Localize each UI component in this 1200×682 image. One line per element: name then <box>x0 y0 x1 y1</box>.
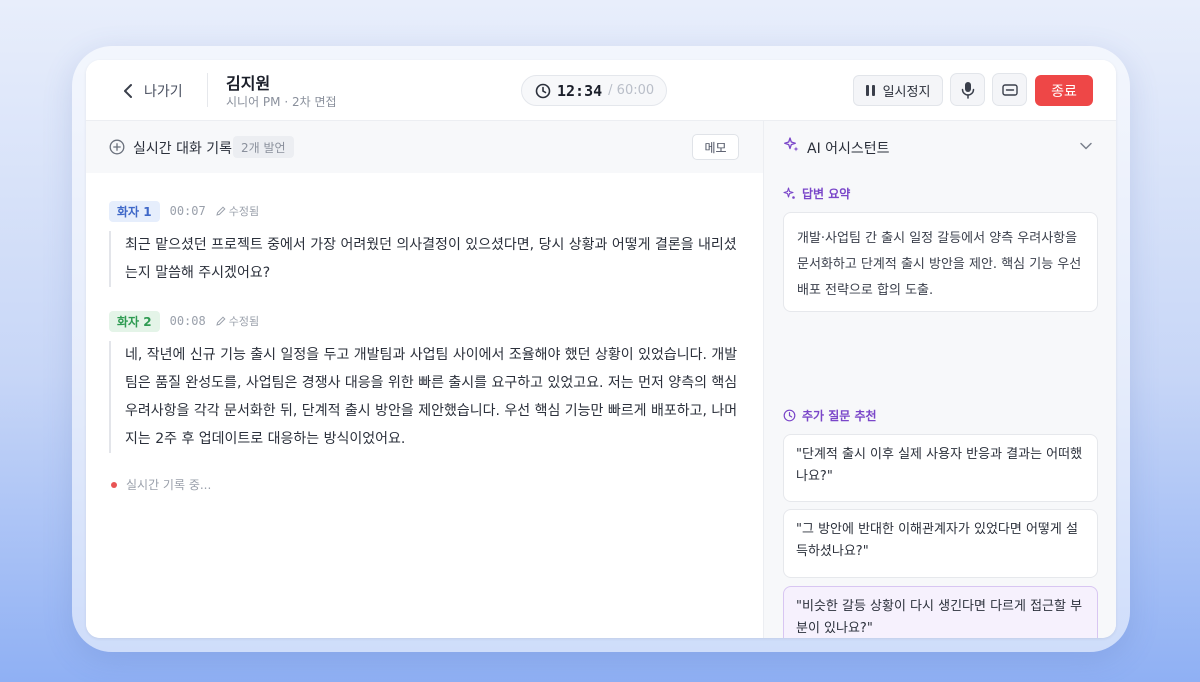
suggested-question-card[interactable]: "단계적 출시 이후 실제 사용자 반응과 결과는 어떠했나요?" <box>783 434 1098 502</box>
candidate-name: 김지원 <box>226 74 271 93</box>
interview-window: 나가기 김지원 시니어 PM · 2차 면접 12:34 / 60:00 일시정… <box>86 60 1116 638</box>
recording-indicator: 실시간 기록 중... <box>111 476 211 493</box>
speaker-badge[interactable]: 화자 1 <box>109 200 160 222</box>
edited-marker: 수정됨 <box>216 313 259 329</box>
speaker-badge[interactable]: 화자 2 <box>109 310 160 332</box>
ai-assistant-header: AI 어시스턴트 <box>764 121 1116 173</box>
utterance-count: 2개 발언 <box>233 136 294 158</box>
header-divider <box>207 73 208 107</box>
timer-current: 12:34 <box>557 81 603 100</box>
utterance-text[interactable]: 최근 맡으셨던 프로젝트 중에서 가장 어려웠던 의사결정이 있으셨다면, 당시… <box>109 231 749 287</box>
summary-section-label: 답변 요약 <box>783 185 850 202</box>
suggested-question-card[interactable]: "그 방안에 반대한 이해관계자가 있었다면 어떻게 설득하셨나요?" <box>783 509 1098 578</box>
chevron-down-icon[interactable] <box>1079 141 1093 151</box>
sparkle-icon <box>783 187 795 199</box>
utterance-item: 화자 2 00:08 수정됨 네, 작년에 신규 기능 출시 일정을 두고 개발… <box>109 310 749 453</box>
recording-dot-icon <box>111 481 117 488</box>
ai-assistant-panel: AI 어시스턴트 답변 요약 개발·사업팀 간 출시 일정 갈등에서 양측 우려… <box>763 121 1116 638</box>
timer-total: / 60:00 <box>608 83 655 98</box>
summary-label: 답변 요약 <box>802 187 851 201</box>
caption-button[interactable] <box>992 73 1027 106</box>
edited-label: 수정됨 <box>228 205 260 218</box>
edited-label: 수정됨 <box>228 315 260 328</box>
clock-icon <box>783 409 796 422</box>
top-bar: 나가기 김지원 시니어 PM · 2차 면접 12:34 / 60:00 일시정… <box>86 60 1116 121</box>
microphone-icon <box>961 81 974 99</box>
transcript-title: 실시간 대화 기록 <box>133 141 233 157</box>
pause-button[interactable]: 일시정지 <box>853 75 943 106</box>
recording-label: 실시간 기록 중... <box>126 478 212 492</box>
caption-icon <box>1001 83 1018 96</box>
transcript-toolbar: 실시간 대화 기록 2개 발언 메모 <box>86 121 763 173</box>
followup-label: 추가 질문 추천 <box>802 409 877 423</box>
followup-section-label: 추가 질문 추천 <box>783 407 877 424</box>
candidate-role: 시니어 PM · 2차 면접 <box>226 95 337 109</box>
utterance-item: 화자 1 00:07 수정됨 최근 맡으셨던 프로젝트 중에서 가장 어려웠던 … <box>109 200 749 287</box>
clock-icon <box>535 83 551 98</box>
ai-assistant-title: AI 어시스턴트 <box>807 141 890 157</box>
utterance-time: 00:08 <box>169 314 206 328</box>
utterance-time: 00:07 <box>169 204 206 218</box>
memo-button[interactable]: 메모 <box>692 134 739 160</box>
plus-circle-icon[interactable] <box>109 139 125 155</box>
back-button[interactable]: 나가기 <box>122 80 183 102</box>
utterance-meta: 화자 2 00:08 수정됨 <box>109 310 749 332</box>
end-button[interactable]: 종료 <box>1035 75 1093 106</box>
suggested-question-card-active[interactable]: "비슷한 갈등 상황이 다시 생긴다면 다르게 접근할 부분이 있나요?" <box>783 586 1098 638</box>
transcript-panel: 실시간 대화 기록 2개 발언 메모 화자 1 00:07 수정됨 최근 맡으셨… <box>86 121 763 638</box>
summary-card: 개발·사업팀 간 출시 일정 갈등에서 양측 우려사항을 문서화하고 단계적 출… <box>783 212 1098 312</box>
interview-timer: 12:34 / 60:00 <box>521 75 667 106</box>
pencil-icon <box>216 316 226 326</box>
edited-marker: 수정됨 <box>216 203 259 219</box>
utterance-text[interactable]: 네, 작년에 신규 기능 출시 일정을 두고 개발팀과 사업팀 사이에서 조율해… <box>109 341 749 453</box>
pause-icon <box>865 85 875 96</box>
utterance-meta: 화자 1 00:07 수정됨 <box>109 200 749 222</box>
pause-label: 일시정지 <box>882 85 931 100</box>
sparkle-icon <box>784 137 799 152</box>
pencil-icon <box>216 206 226 216</box>
back-label: 나가기 <box>144 84 183 100</box>
chevron-left-icon <box>124 84 132 98</box>
mic-button[interactable] <box>950 73 985 106</box>
